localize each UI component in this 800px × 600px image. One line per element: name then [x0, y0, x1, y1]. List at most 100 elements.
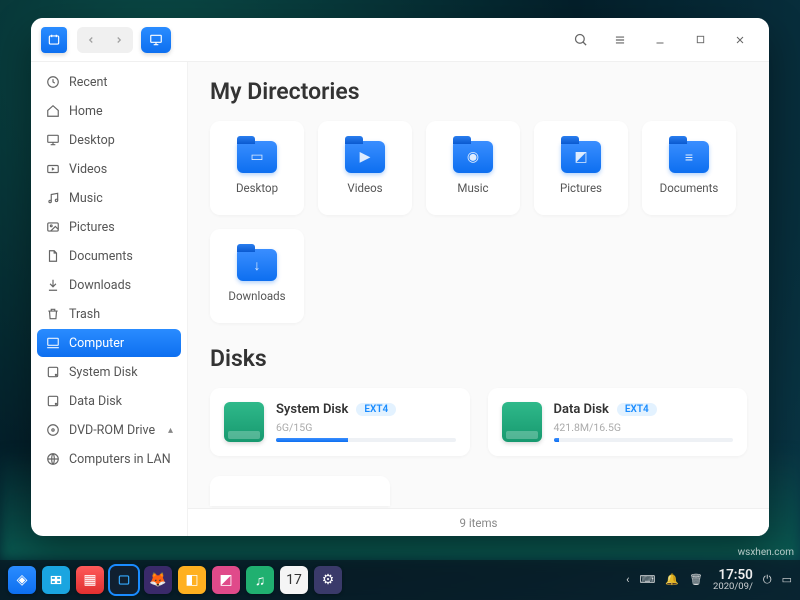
- main-content: My Directories ▭Desktop▶Videos ◉ Music ◩ Pic…: [188, 62, 769, 536]
- sidebar-item-label: Trash: [69, 307, 100, 322]
- system-tray: ‹ ⌨ 🔔 🗑 17:50 2020/09/ ⏻ ▭: [626, 568, 792, 592]
- disk-icon: [45, 364, 61, 380]
- sidebar-item-label: Desktop: [69, 133, 115, 148]
- sidebar-item-label: Home: [69, 104, 103, 119]
- taskbar-app-4[interactable]: ◩: [212, 566, 240, 594]
- sidebar-item-label: Downloads: [69, 278, 131, 293]
- taskbar-file-manager-icon[interactable]: [110, 566, 138, 594]
- sidebar-item-pictures[interactable]: Pictures: [37, 213, 181, 241]
- tray-chevron-left-icon[interactable]: ‹: [626, 573, 629, 586]
- disk-card-data-disk[interactable]: Data Disk EXT4 421.8M/16.5G: [488, 388, 748, 456]
- sidebar-item-computer[interactable]: Computer: [37, 329, 181, 357]
- sidebar-item-downloads[interactable]: Downloads: [37, 271, 181, 299]
- search-icon[interactable]: [567, 27, 593, 53]
- clock[interactable]: 17:50 2020/09/: [713, 568, 753, 592]
- sidebar-item-label: Data Disk: [69, 394, 122, 409]
- menu-icon[interactable]: [607, 27, 633, 53]
- sidebar-item-label: Pictures: [69, 220, 115, 235]
- video-icon: [45, 161, 61, 177]
- sidebar-item-label: Recent: [69, 75, 108, 90]
- tray-power-icon[interactable]: ⏻: [763, 573, 772, 587]
- taskbar-music-icon[interactable]: ♫: [246, 566, 274, 594]
- sidebar-item-label: DVD-ROM Drive: [69, 423, 155, 438]
- folder-icon: ≡: [669, 141, 709, 173]
- doc-icon: [45, 248, 61, 264]
- sidebar-item-desktop[interactable]: Desktop: [37, 126, 181, 154]
- directory-tile-downloads[interactable]: ↓Downloads: [210, 229, 304, 323]
- tile-label: Music: [457, 181, 488, 195]
- clock-icon: [45, 74, 61, 90]
- disk-icon: [502, 402, 542, 442]
- sidebar-item-system-disk[interactable]: System Disk: [37, 358, 181, 386]
- directory-tile-videos[interactable]: ▶Videos: [318, 121, 412, 215]
- folder-icon: ▭: [237, 141, 277, 173]
- section-title-directories: My Directories: [210, 78, 747, 105]
- disks-row: System DiskEXT46G/15G Data Disk EXT4 421.8M…: [210, 388, 747, 456]
- sidebar-item-computers-in-lan[interactable]: Computers in LAN: [37, 445, 181, 473]
- chevron-up-icon: ▴: [168, 425, 173, 436]
- tile-label: Documents: [660, 181, 719, 195]
- status-bar: 9 items: [188, 508, 769, 536]
- maximize-icon[interactable]: [687, 27, 713, 53]
- directory-tile-pictures[interactable]: ◩ Pictures: [534, 121, 628, 215]
- disk-name: Data Disk: [554, 402, 609, 417]
- disk-usage: 421.8M/16.5G: [554, 421, 734, 434]
- sidebar-item-label: Videos: [69, 162, 107, 177]
- back-button[interactable]: [77, 27, 105, 53]
- disk-name: System Disk: [276, 402, 348, 417]
- sidebar-item-videos[interactable]: Videos: [37, 155, 181, 183]
- folder-icon: ◩: [561, 141, 601, 173]
- taskbar-app-3[interactable]: ◧: [178, 566, 206, 594]
- disk-usage: 6G/15G: [276, 421, 456, 434]
- sidebar-item-music[interactable]: Music: [37, 184, 181, 212]
- disk-card-system-disk[interactable]: System DiskEXT46G/15G: [210, 388, 470, 456]
- fs-badge: EXT4: [617, 403, 657, 416]
- disc-icon: [45, 422, 61, 438]
- sidebar-item-label: Documents: [69, 249, 133, 264]
- taskbar-firefox-icon[interactable]: 🦊: [144, 566, 172, 594]
- sidebar-item-label: System Disk: [69, 365, 138, 380]
- download-icon: [45, 277, 61, 293]
- sidebar-item-label: Computers in LAN: [69, 452, 171, 467]
- taskbar-settings-icon[interactable]: ⚙: [314, 566, 342, 594]
- usage-bar: [276, 438, 456, 442]
- sidebar-item-trash[interactable]: Trash: [37, 300, 181, 328]
- taskbar: ◈ ▦ 🦊 ◧ ◩ ♫ 17 ⚙ ‹ ⌨ 🔔 🗑 17:50 2020/09/ …: [0, 560, 800, 600]
- sidebar: Recent Home Desktop Videos Music Pictures Docu…: [31, 62, 188, 536]
- directory-tile-music[interactable]: ◉ Music: [426, 121, 520, 215]
- trash-icon: [45, 306, 61, 322]
- taskbar-calendar-icon[interactable]: 17: [280, 566, 308, 594]
- clock-time: 17:50: [718, 568, 753, 582]
- taskbar-app-1[interactable]: [42, 566, 70, 594]
- partial-tile: [210, 476, 390, 506]
- launcher-icon[interactable]: ◈: [8, 566, 36, 594]
- folder-icon: ◉: [453, 141, 493, 173]
- lan-icon: [45, 451, 61, 467]
- sidebar-item-recent[interactable]: Recent: [37, 68, 181, 96]
- directory-tile-documents[interactable]: ≡ Documents: [642, 121, 736, 215]
- tile-label: Pictures: [560, 181, 602, 195]
- tray-keyboard-icon[interactable]: ⌨: [639, 573, 655, 586]
- tray-desktop-icon[interactable]: ▭: [782, 573, 792, 586]
- tile-label: Videos: [347, 181, 382, 195]
- tray-notification-icon[interactable]: 🔔: [665, 573, 679, 586]
- sidebar-item-documents[interactable]: Documents: [37, 242, 181, 270]
- watermark: wsxhen.com: [738, 547, 794, 558]
- section-title-disks: Disks: [210, 345, 747, 372]
- forward-button[interactable]: [105, 27, 133, 53]
- usage-bar: [554, 438, 734, 442]
- tile-label: Downloads: [228, 289, 285, 303]
- sidebar-item-dvd-rom-drive[interactable]: DVD-ROM Drive ▴: [37, 416, 181, 444]
- directory-tile-desktop[interactable]: ▭Desktop: [210, 121, 304, 215]
- taskbar-app-2[interactable]: ▦: [76, 566, 104, 594]
- sidebar-item-home[interactable]: Home: [37, 97, 181, 125]
- monitor-icon: [45, 132, 61, 148]
- minimize-icon[interactable]: [647, 27, 673, 53]
- app-icon: [41, 27, 67, 53]
- disk-icon: [45, 393, 61, 409]
- tray-trash-icon[interactable]: 🗑: [689, 573, 703, 586]
- image-icon: [45, 219, 61, 235]
- close-icon[interactable]: [727, 27, 753, 53]
- breadcrumb-computer[interactable]: [141, 27, 171, 53]
- sidebar-item-data-disk[interactable]: Data Disk: [37, 387, 181, 415]
